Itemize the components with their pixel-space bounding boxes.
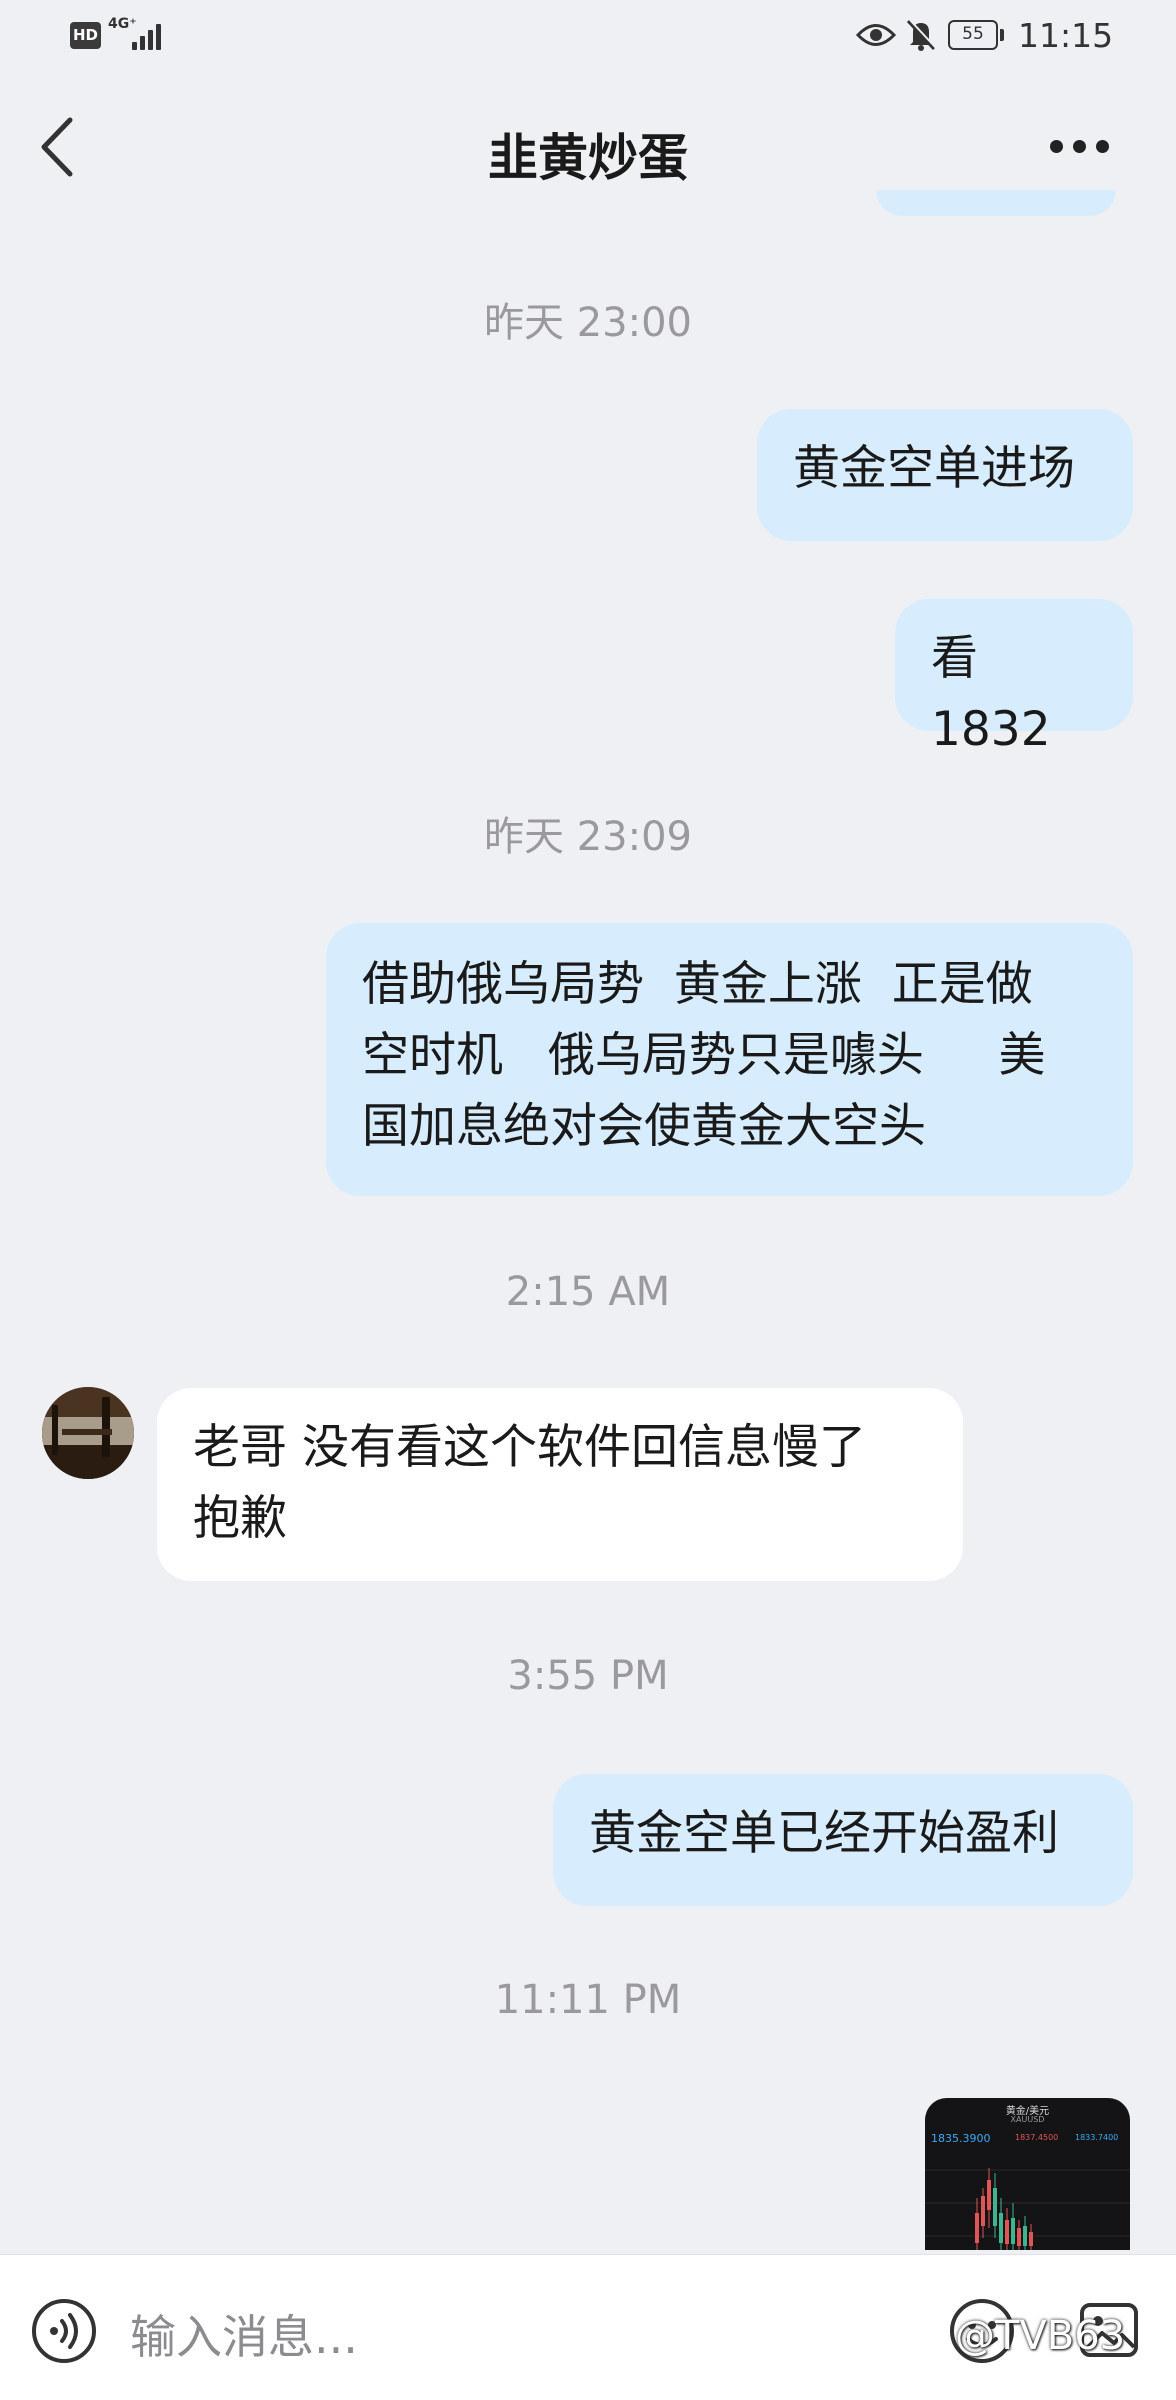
timestamp: 昨天 23:09 xyxy=(484,814,692,860)
message-text: 黄金空单进场 xyxy=(793,441,1075,496)
timestamp: 2:15 AM xyxy=(505,1269,671,1315)
battery-tip xyxy=(1000,29,1004,41)
message-text: 看1832 xyxy=(931,631,1051,757)
message-text: 黄金空单已经开始盈利 xyxy=(589,1806,1059,1861)
outgoing-message[interactable]: 黄金空单进场 xyxy=(757,409,1133,541)
chat-title: 韭黄炒蛋 xyxy=(488,129,688,187)
outgoing-message[interactable]: 看1832 xyxy=(895,599,1133,757)
timestamp: 昨天 23:00 xyxy=(484,300,692,346)
thumb-high: 1837.4500 xyxy=(1015,2133,1059,2142)
message-line: 借助俄乌局势 黄金上涨 正是做 xyxy=(362,957,1033,1012)
more-icon[interactable] xyxy=(1040,130,1120,160)
status-bar: HD 4G⁺ 55 11:15 xyxy=(0,0,1176,74)
message-line: 国加息绝对会使黄金大空头 xyxy=(362,1099,926,1154)
thumb-price: 1835.3900 xyxy=(931,2132,991,2145)
message-line: 老哥 没有看这个软件回信息慢了 xyxy=(193,1420,866,1475)
hd-badge: HD xyxy=(70,22,101,49)
message-line: 空时机 俄乌局势只是噱头 美 xyxy=(362,1028,1046,1083)
thumb-low: 1833.7400 xyxy=(1075,2133,1119,2142)
mute-bell-icon xyxy=(906,19,937,51)
avatar[interactable] xyxy=(42,1387,134,1479)
battery-icon: 55 xyxy=(948,20,998,50)
input-bar: 输入消息... @TVB63 xyxy=(0,2254,1176,2400)
outgoing-message[interactable]: 黄金空单已经开始盈利 xyxy=(553,1774,1133,1906)
image-message[interactable]: 黄金/美元 XAUUSD 1835.3900 1837.4500 1833.74… xyxy=(925,2098,1130,2250)
avatar-photo xyxy=(42,1387,134,1479)
previous-bubble-edge xyxy=(876,190,1116,216)
watermark: @TVB63 xyxy=(955,2313,1126,2359)
outgoing-message[interactable]: 借助俄乌局势 黄金上涨 正是做 空时机 俄乌局势只是噱头 美 国加息绝对会使黄金… xyxy=(326,923,1133,1196)
voice-icon[interactable] xyxy=(30,2297,98,2365)
message-input[interactable]: 输入消息... xyxy=(130,2301,358,2367)
incoming-message[interactable]: 老哥 没有看这个软件回信息慢了 抱歉 xyxy=(157,1388,963,1581)
status-clock: 11:15 xyxy=(1018,16,1114,55)
timestamp: 11:11 PM xyxy=(494,1977,682,2023)
eye-icon xyxy=(856,24,896,46)
signal-icon xyxy=(132,20,168,50)
timestamp: 3:55 PM xyxy=(507,1653,669,1699)
message-line: 抱歉 xyxy=(193,1491,287,1546)
candlestick-thumbnail xyxy=(925,2168,1130,2250)
thumb-symbol: XAUUSD xyxy=(1010,2115,1045,2124)
